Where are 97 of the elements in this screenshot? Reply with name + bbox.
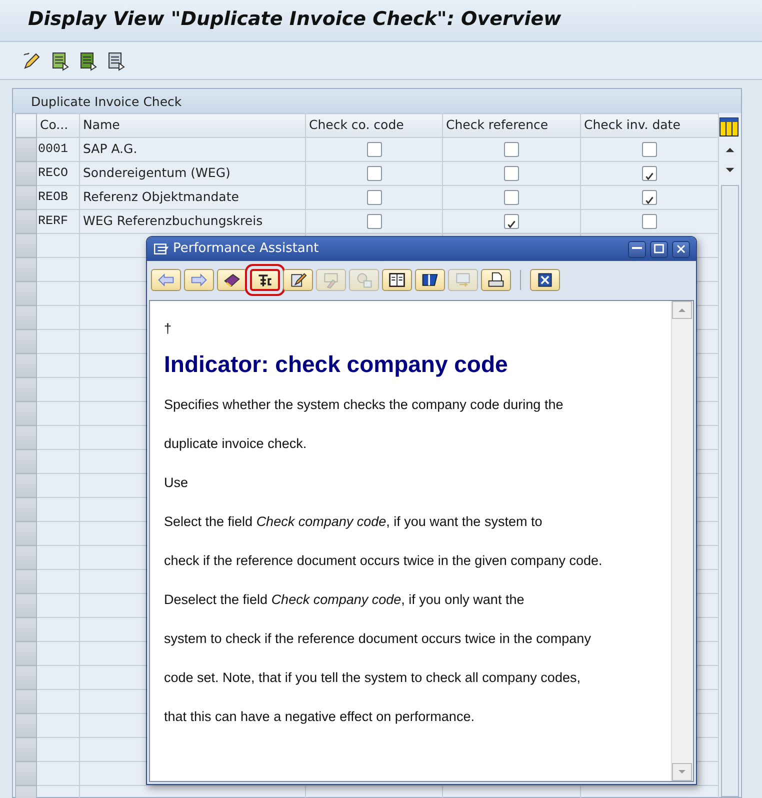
row-selector[interactable]: [16, 282, 36, 306]
column-header[interactable]: Check reference: [442, 114, 580, 138]
table-cell: REOB: [36, 186, 80, 210]
checkbox[interactable]: [642, 190, 657, 205]
row-selector[interactable]: [16, 162, 36, 186]
checkbox[interactable]: [642, 214, 657, 229]
close-view-button[interactable]: [530, 269, 560, 291]
row-selector[interactable]: [16, 450, 36, 474]
row-selector[interactable]: [16, 474, 36, 498]
table-cell: WEG Referenzbuchungskreis: [80, 210, 306, 234]
column-header[interactable]: Co...: [36, 114, 80, 138]
row-selector[interactable]: [16, 354, 36, 378]
checkbox[interactable]: [504, 214, 519, 229]
print-icon: [487, 271, 505, 289]
checkbox[interactable]: [642, 166, 657, 181]
open-book-icon: [388, 271, 406, 289]
help-text: code set. Note, that if you tell the system to check all company codes,: [164, 668, 582, 687]
close-icon: [674, 242, 688, 256]
row-selector[interactable]: [16, 138, 36, 162]
deselect-icon[interactable]: [106, 50, 126, 70]
help-text: duplicate invoice check.: [164, 434, 308, 453]
select-block-icon[interactable]: [78, 50, 98, 70]
help-heading: Indicator: check company code: [164, 351, 509, 379]
row-selector[interactable]: [16, 426, 36, 450]
forward-icon: [190, 271, 208, 289]
table-cell: RERF: [36, 210, 80, 234]
row-selector[interactable]: [16, 306, 36, 330]
row-selector[interactable]: [16, 762, 36, 786]
row-selector[interactable]: [16, 330, 36, 354]
close-button[interactable]: [672, 240, 690, 258]
window-icon: [153, 241, 169, 257]
row-selector[interactable]: [16, 402, 36, 426]
row-selector[interactable]: [16, 522, 36, 546]
help-text: that this can have a negative effect on performance.: [164, 708, 476, 726]
table-caption: Duplicate Invoice Check: [31, 94, 182, 109]
row-selector[interactable]: [16, 666, 36, 690]
table-cell: Sondereigentum (WEG): [80, 162, 306, 186]
row-selector[interactable]: [16, 690, 36, 714]
table-cell: SAP A.G.: [80, 138, 306, 162]
checkbox[interactable]: [642, 142, 657, 157]
back-icon: [157, 271, 175, 289]
row-selector[interactable]: [16, 378, 36, 402]
row-selector[interactable]: [16, 642, 36, 666]
table-cell: Referenz Objektmandate: [80, 186, 306, 210]
checkbox[interactable]: [366, 142, 382, 157]
row-selector[interactable]: [16, 210, 36, 234]
checkbox[interactable]: [504, 166, 519, 181]
column-header[interactable]: Name: [80, 114, 306, 138]
row-selector[interactable]: [16, 546, 36, 570]
open-book-button[interactable]: [382, 269, 412, 291]
checkbox[interactable]: [504, 190, 519, 205]
column-header[interactable]: Check inv. date: [580, 114, 718, 138]
back-button[interactable]: [151, 269, 181, 291]
select-all-icon[interactable]: [50, 50, 70, 70]
row-selector[interactable]: [16, 738, 36, 762]
row-selector[interactable]: [16, 618, 36, 642]
help-text: Specifies whether the system checks the company code during the: [164, 396, 564, 414]
person-icon: [355, 271, 373, 289]
scroll-down-button[interactable]: [672, 763, 692, 781]
row-selector[interactable]: [16, 714, 36, 738]
edit-icon: [289, 271, 307, 289]
row-selector[interactable]: [16, 186, 36, 210]
row-selector[interactable]: [16, 258, 36, 282]
checkbox[interactable]: [366, 190, 382, 205]
minimize-icon: [632, 246, 642, 248]
print-button[interactable]: [481, 269, 511, 291]
book-icon: [223, 271, 241, 289]
minimize-button[interactable]: [628, 240, 646, 258]
maximize-icon: [652, 242, 666, 256]
checkbox[interactable]: [366, 214, 382, 229]
row-selector[interactable]: [16, 498, 36, 522]
help-text: Select the field Check company code, if you want the system to: [164, 512, 544, 531]
transfer-icon: [454, 271, 472, 289]
row-selector[interactable]: [16, 234, 36, 258]
forward-button[interactable]: [184, 269, 214, 291]
scroll-up-button[interactable]: [672, 301, 692, 319]
book-button[interactable]: [217, 269, 247, 291]
table-cell: 0001: [36, 138, 80, 162]
note-icon: [322, 271, 340, 289]
table-cell: RECO: [36, 162, 80, 186]
popup-title: Performance Assistant: [173, 240, 319, 258]
checkbox[interactable]: [504, 142, 519, 157]
window-title: Display View "Duplicate Invoice Check": Overview: [28, 8, 562, 31]
close-view-icon: [536, 271, 554, 289]
edit-button[interactable]: [283, 269, 313, 291]
edit-icon[interactable]: [22, 50, 42, 70]
dagger-mark: †: [164, 320, 173, 338]
row-selector[interactable]: [16, 570, 36, 594]
checkbox[interactable]: [366, 166, 382, 181]
column-settings-icon[interactable]: [719, 117, 739, 137]
column-header[interactable]: Check co. code: [306, 114, 442, 138]
row-selector[interactable]: [16, 594, 36, 618]
help-text: check if the reference document occurs twice in the given company code.: [164, 552, 604, 570]
help-text: Use: [164, 474, 190, 492]
maximize-button[interactable]: [650, 240, 668, 258]
help-text: Deselect the field Check company code, if you only want the: [164, 590, 526, 609]
help-text: system to check if the reference document occurs twice in the company: [164, 630, 592, 648]
